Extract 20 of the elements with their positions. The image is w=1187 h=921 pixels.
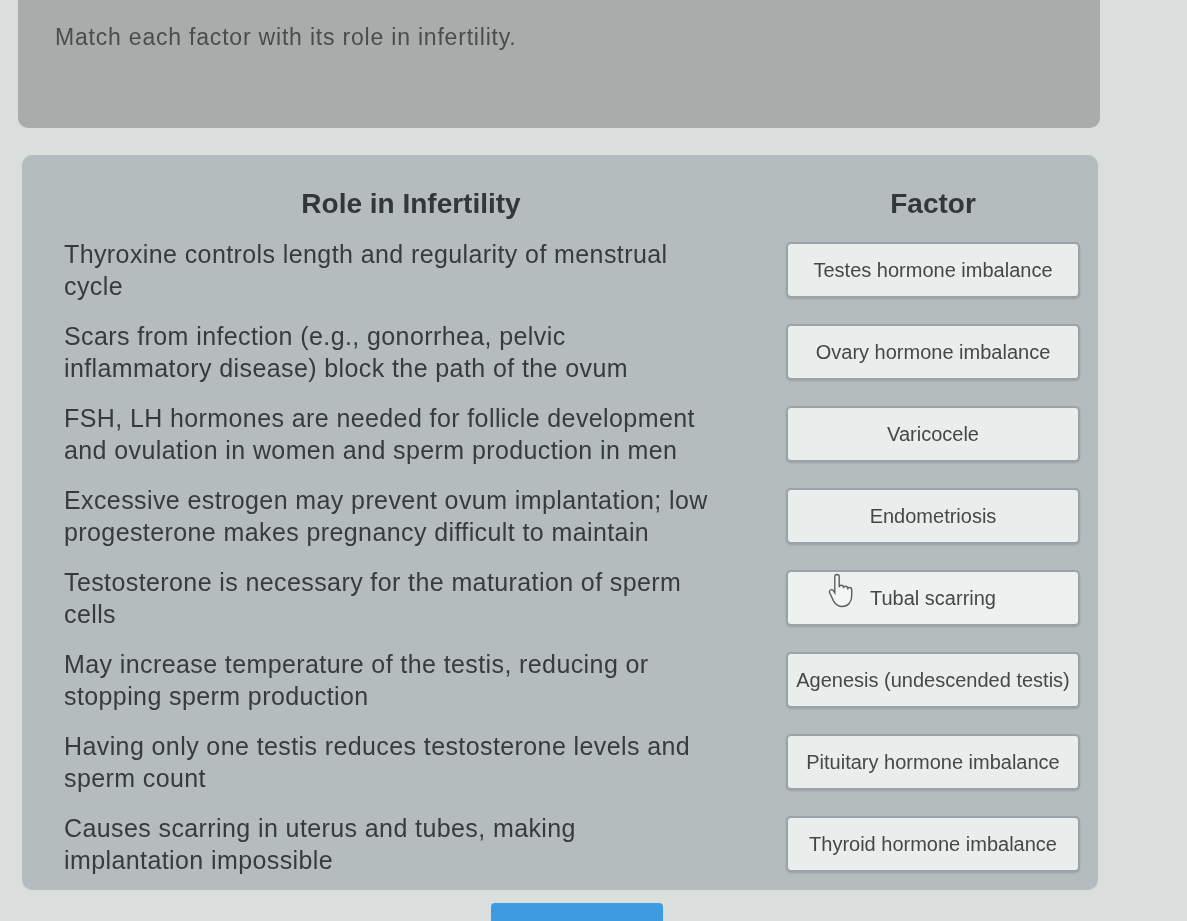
factor-button[interactable]: Ovary hormone imbalance — [786, 324, 1080, 380]
factor-button[interactable]: Pituitary hormone imbalance — [786, 734, 1080, 790]
role-text: May increase temperature of the testis, reducing or stopping sperm production — [64, 649, 650, 712]
instruction-text: Match each factor with its role in infertility. — [55, 24, 518, 51]
role-text: Scars from infection (e.g., gonorrhea, pelvic inflammatory disease) block the path of the ovum — [64, 321, 629, 384]
role-text: Thyroxine controls length and regularity of menstrual cycle — [64, 239, 669, 302]
role-text: Having only one testis reduces testosterone levels and sperm count — [64, 731, 692, 794]
factor-button[interactable]: Agenesis (undescended testis) — [786, 652, 1080, 708]
role-text: Excessive estrogen may prevent ovum implantation; low progesterone makes pregnancy difficult to maintain — [64, 485, 709, 548]
role-text: Testosterone is necessary for the maturation of sperm cells — [64, 567, 683, 630]
factor-button[interactable]: Testes hormone imbalance — [786, 242, 1080, 298]
role-text: FSH, LH hormones are needed for follicle development and ovulation in women and sperm production in men — [64, 403, 696, 466]
factor-button[interactable]: Varicocele — [786, 406, 1080, 462]
role-text: Causes scarring in uterus and tubes, making implantation impossible — [64, 813, 577, 876]
action-button[interactable] — [491, 903, 663, 921]
factor-button[interactable]: Tubal scarring — [786, 570, 1080, 626]
column-heading: Factor — [889, 188, 977, 220]
factor-button[interactable]: Endometriosis — [786, 488, 1080, 544]
column-heading: Role in Infertility — [300, 188, 522, 220]
factor-button[interactable]: Thyroid hormone imbalance — [786, 816, 1080, 872]
